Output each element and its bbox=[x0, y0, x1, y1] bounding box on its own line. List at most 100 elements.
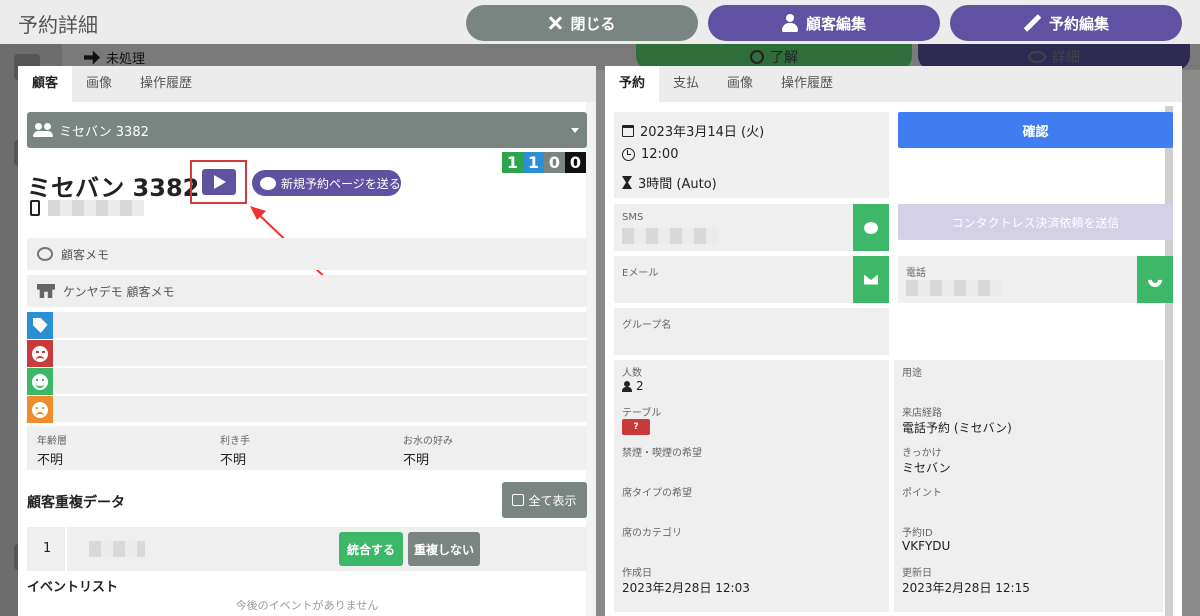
reservation-edit-label: 予約編集 bbox=[1048, 15, 1109, 33]
attr-label: 年齢層 bbox=[37, 436, 67, 447]
attr-label: お水の好み bbox=[403, 436, 453, 447]
reservation-tabs: 予約 支払 画像 操作履歴 bbox=[605, 66, 1182, 102]
customer-phone bbox=[30, 200, 144, 216]
not-duplicate-button[interactable]: 重複しない bbox=[408, 532, 480, 566]
caution-row[interactable] bbox=[27, 396, 587, 423]
customer-select[interactable]: ミセバン 3382 bbox=[27, 112, 587, 148]
sms-button[interactable] bbox=[853, 204, 889, 251]
close-icon bbox=[548, 16, 562, 30]
tab-images[interactable]: 画像 bbox=[713, 66, 767, 102]
reservation-edit-button[interactable]: 予約編集 bbox=[950, 5, 1182, 41]
reservation-panel: 予約 支払 画像 操作履歴 2023年3月14日 (火) 12:00 3時間 (… bbox=[605, 66, 1182, 616]
visit-route: 来店経路 電話予約 (ミセバン) bbox=[894, 400, 1163, 440]
reservation-date: 2023年3月14日 (火) bbox=[622, 121, 764, 140]
sign-in-icon bbox=[84, 50, 100, 65]
duplicate-number: 1 bbox=[43, 541, 52, 556]
table-badge-text: ? bbox=[633, 422, 639, 432]
field-label: 予約ID bbox=[902, 528, 933, 539]
attr-handedness: 利き手 不明 bbox=[220, 432, 250, 468]
count-badge: 1 bbox=[523, 152, 544, 173]
email-label: Eメール bbox=[622, 268, 659, 279]
time-value: 12:00 bbox=[641, 147, 679, 162]
play-button[interactable] bbox=[202, 169, 236, 195]
group-field: グループ名 bbox=[614, 308, 889, 355]
comment-icon bbox=[37, 247, 53, 261]
dislike-row[interactable] bbox=[27, 340, 587, 367]
calendar-icon bbox=[622, 124, 634, 137]
like-row[interactable] bbox=[27, 368, 587, 395]
tab-reservation[interactable]: 予約 bbox=[605, 66, 660, 102]
field-value: ? bbox=[622, 419, 650, 435]
checkbox-icon bbox=[512, 494, 525, 506]
envelope-icon bbox=[864, 274, 878, 285]
background-detail-label: 詳細 bbox=[1052, 50, 1080, 66]
duplicate-title: 顧客重複データ bbox=[27, 495, 125, 511]
scrollbar[interactable] bbox=[1165, 106, 1173, 616]
redacted-sms bbox=[622, 228, 718, 244]
customer-select-value: ミセバン 3382 bbox=[59, 124, 149, 140]
duration-value: 3時間 (Auto) bbox=[638, 177, 717, 192]
attr-water: お水の好み 不明 bbox=[403, 432, 453, 468]
customer-edit-button[interactable]: 顧客編集 bbox=[708, 5, 940, 41]
tag-icon bbox=[27, 312, 53, 339]
smoking-preference: 禁煙・喫煙の希望 bbox=[614, 440, 889, 480]
close-label: 閉じる bbox=[570, 15, 616, 33]
contactless-payment-button[interactable]: コンタクトレス決済依頼を送信 bbox=[898, 204, 1173, 240]
attr-value: 不明 bbox=[37, 453, 64, 468]
field-value: 電話予約 (ミセバン) bbox=[902, 421, 1012, 435]
tab-history[interactable]: 操作履歴 bbox=[126, 66, 206, 102]
eye-icon bbox=[1028, 51, 1046, 63]
tab-customer[interactable]: 顧客 bbox=[18, 66, 73, 102]
memo-label: 顧客メモ bbox=[61, 247, 110, 262]
store-icon bbox=[37, 284, 55, 298]
sms-label: SMS bbox=[622, 212, 644, 223]
customer-name: ミセバン 3382 bbox=[27, 174, 200, 202]
users-icon bbox=[33, 123, 53, 137]
sms-field: SMS bbox=[614, 204, 853, 251]
field-value: ミセバン bbox=[902, 461, 951, 475]
merge-button[interactable]: 統合する bbox=[339, 532, 403, 566]
shop-memo-label: ケンヤデモ 顧客メモ bbox=[63, 284, 175, 299]
send-reservation-page-button[interactable]: 新規予約ページを送る bbox=[252, 170, 401, 196]
email-button[interactable] bbox=[853, 256, 889, 303]
no-event-text: 今後のイベントがありません bbox=[235, 599, 379, 612]
seat-category: 席のカテゴリ bbox=[614, 520, 889, 560]
field-label: 作成日 bbox=[622, 568, 652, 579]
customer-edit-label: 顧客編集 bbox=[805, 15, 866, 33]
phone-label: 電話 bbox=[906, 268, 926, 279]
customer-memo[interactable]: 顧客メモ bbox=[27, 238, 587, 270]
field-label: 禁煙・喫煙の希望 bbox=[622, 448, 702, 459]
table-unknown-badge[interactable]: ? bbox=[622, 419, 650, 435]
seat-type-preference: 席タイプの希望 bbox=[614, 480, 889, 520]
field-label: 用途 bbox=[902, 368, 922, 379]
tag-row[interactable] bbox=[27, 312, 587, 339]
show-all-button[interactable]: 全て表示 bbox=[502, 482, 587, 518]
sad-face-icon bbox=[27, 396, 53, 423]
table: テーブル ? bbox=[614, 400, 889, 440]
count-badge: 0 bbox=[544, 152, 565, 173]
tab-payment[interactable]: 支払 bbox=[659, 66, 713, 102]
user-icon bbox=[781, 14, 798, 32]
reservation-duration: 3時間 (Auto) bbox=[622, 173, 717, 192]
modal-header: 予約詳細 閉じる 顧客編集 予約編集 bbox=[0, 0, 1200, 44]
count-badge: 0 bbox=[565, 152, 586, 173]
tab-images[interactable]: 画像 bbox=[72, 66, 126, 102]
scrollbar[interactable] bbox=[586, 102, 596, 616]
customer-tabs: 顧客 画像 操作履歴 bbox=[18, 66, 596, 102]
page-title: 予約詳細 bbox=[18, 13, 98, 37]
trigger: きっかけ ミセバン bbox=[894, 440, 1163, 480]
caret-down-icon bbox=[571, 128, 579, 133]
tab-history[interactable]: 操作履歴 bbox=[767, 66, 847, 102]
shop-customer-memo[interactable]: ケンヤデモ 顧客メモ bbox=[27, 275, 587, 307]
close-button[interactable]: 閉じる bbox=[466, 5, 698, 41]
field-label: 席タイプの希望 bbox=[622, 488, 692, 499]
field-label: ポイント bbox=[902, 488, 942, 499]
call-button[interactable] bbox=[1137, 256, 1173, 303]
clock-icon bbox=[622, 148, 635, 161]
count-badge: 1 bbox=[502, 152, 523, 173]
field-label: 人数 bbox=[622, 368, 642, 379]
confirm-button[interactable]: 確認 bbox=[898, 112, 1173, 148]
background-status: 未処理 bbox=[84, 48, 145, 67]
date-value: 2023年3月14日 (火) bbox=[640, 125, 765, 140]
field-label: 来店経路 bbox=[902, 408, 942, 419]
